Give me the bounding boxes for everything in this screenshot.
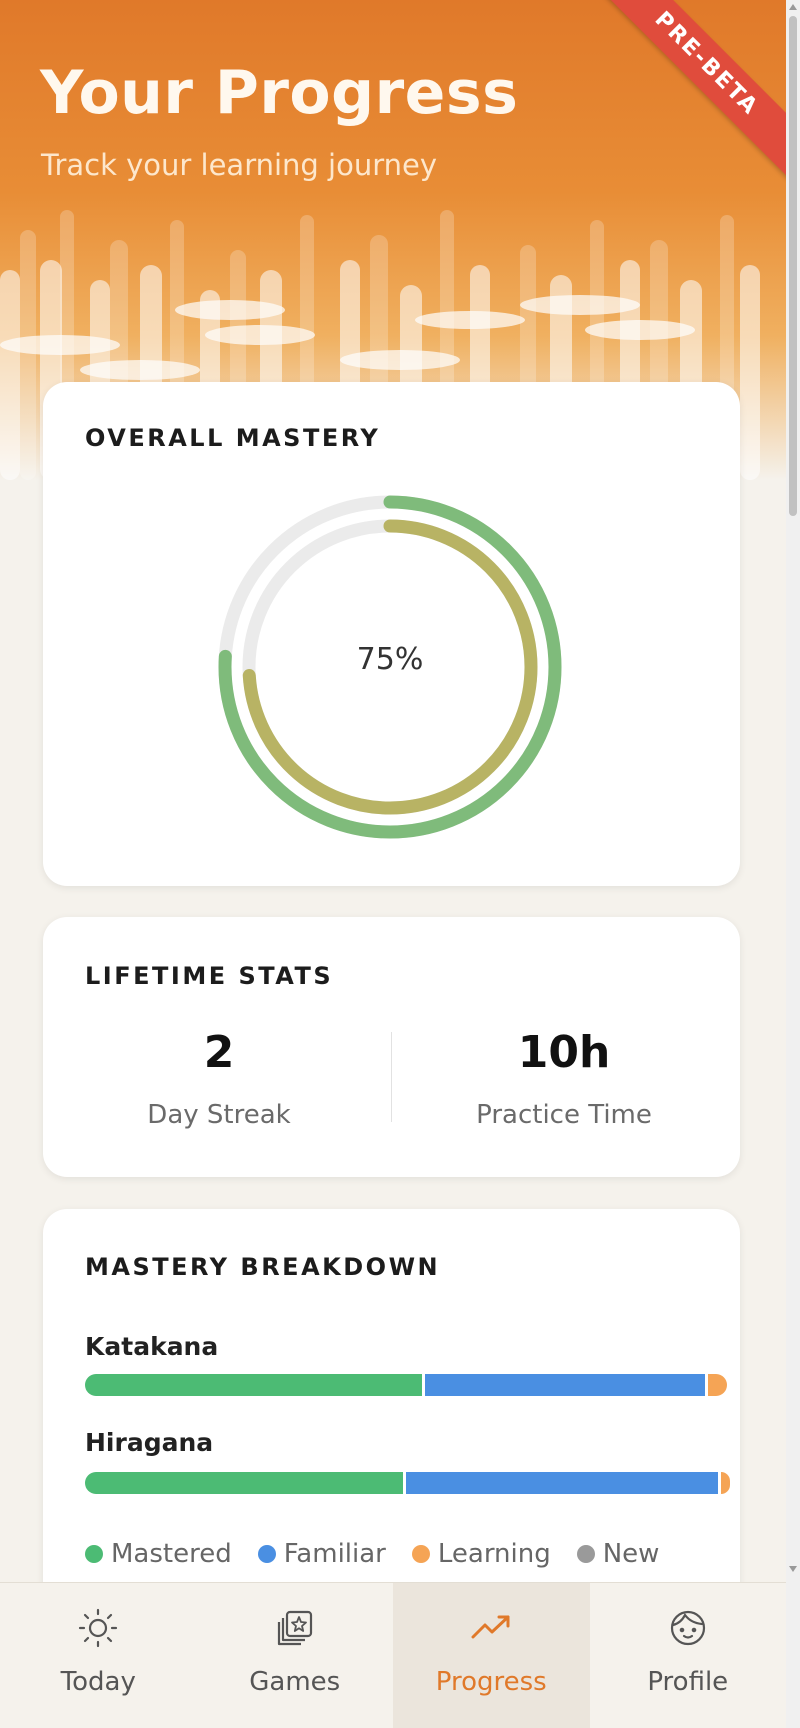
katakana-progress-bar — [85, 1374, 740, 1396]
lifetime-stats-card: LIFETIME STATS 2 Day Streak 10h Practice… — [43, 917, 740, 1177]
day-streak-stat: 2 Day Streak — [59, 1027, 379, 1130]
hiragana-mastered-segment — [85, 1472, 403, 1494]
overall-mastery-card: OVERALL MASTERY 75% — [43, 382, 740, 886]
legend-learning: Learning — [411, 1539, 551, 1569]
legend-mastered-label: Mastered — [111, 1539, 232, 1569]
scrollbar[interactable] — [786, 0, 800, 1728]
hiragana-learning-segment — [720, 1472, 731, 1494]
katakana-label: Katakana — [85, 1332, 219, 1361]
mastery-breakdown-title: MASTERY BREAKDOWN — [85, 1253, 441, 1281]
legend-new-label: New — [602, 1539, 660, 1569]
mastery-breakdown-card: MASTERY BREAKDOWN Katakana Hiragana Mast… — [43, 1209, 740, 1629]
legend-mastered: Mastered — [85, 1539, 232, 1569]
familiar-dot-icon — [257, 1545, 276, 1563]
legend-learning-label: Learning — [437, 1539, 551, 1569]
bottom-nav: Today Games Progress Profile — [0, 1582, 786, 1728]
hiragana-progress-bar — [85, 1472, 740, 1494]
cards-star-icon — [277, 1610, 312, 1646]
scroll-up-arrow-icon[interactable] — [789, 4, 797, 10]
nav-item-today[interactable]: Today — [0, 1583, 197, 1728]
lifetime-stats-title: LIFETIME STATS — [85, 962, 334, 990]
face-icon — [670, 1610, 705, 1646]
page-subtitle: Track your learning journey — [41, 148, 438, 182]
practice-time-value: 10h — [517, 1027, 611, 1078]
nav-item-profile[interactable]: Profile — [590, 1583, 787, 1728]
practice-time-label: Practice Time — [476, 1100, 652, 1130]
mastery-percent: 75% — [356, 642, 424, 677]
katakana-mastered-segment — [85, 1374, 423, 1396]
scroll-thumb[interactable] — [789, 16, 797, 516]
nav-label-progress: Progress — [435, 1667, 547, 1697]
app-root: Your Progress Track your learning journe… — [0, 0, 786, 1728]
legend-familiar: Familiar — [257, 1539, 386, 1569]
learning-dot-icon — [411, 1545, 430, 1563]
overall-mastery-title: OVERALL MASTERY — [85, 424, 381, 452]
nav-item-games[interactable]: Games — [197, 1583, 394, 1728]
nav-item-progress[interactable]: Progress — [393, 1583, 590, 1728]
pre-beta-ribbon: PRE-BETA — [584, 0, 786, 186]
breakdown-legend: Mastered Familiar Learning New — [85, 1539, 659, 1569]
katakana-familiar-segment — [425, 1374, 705, 1396]
trend-up-icon — [471, 1615, 510, 1639]
practice-time-stat: 10h Practice Time — [404, 1027, 724, 1130]
sun-icon — [79, 1608, 118, 1648]
mastered-dot-icon — [85, 1545, 103, 1563]
day-streak-label: Day Streak — [147, 1100, 291, 1130]
hiragana-familiar-segment — [406, 1472, 718, 1494]
nav-label-today: Today — [60, 1667, 136, 1697]
new-dot-icon — [576, 1545, 595, 1563]
page-title: Your Progress — [40, 58, 519, 128]
hiragana-label: Hiragana — [85, 1428, 214, 1457]
day-streak-value: 2 — [203, 1027, 235, 1078]
katakana-learning-segment — [707, 1374, 728, 1396]
stats-divider — [391, 1032, 392, 1122]
legend-new: New — [576, 1539, 660, 1569]
nav-label-profile: Profile — [647, 1667, 729, 1697]
legend-familiar-label: Familiar — [283, 1539, 386, 1569]
nav-label-games: Games — [249, 1667, 341, 1697]
scroll-down-arrow-icon[interactable] — [789, 1566, 797, 1572]
